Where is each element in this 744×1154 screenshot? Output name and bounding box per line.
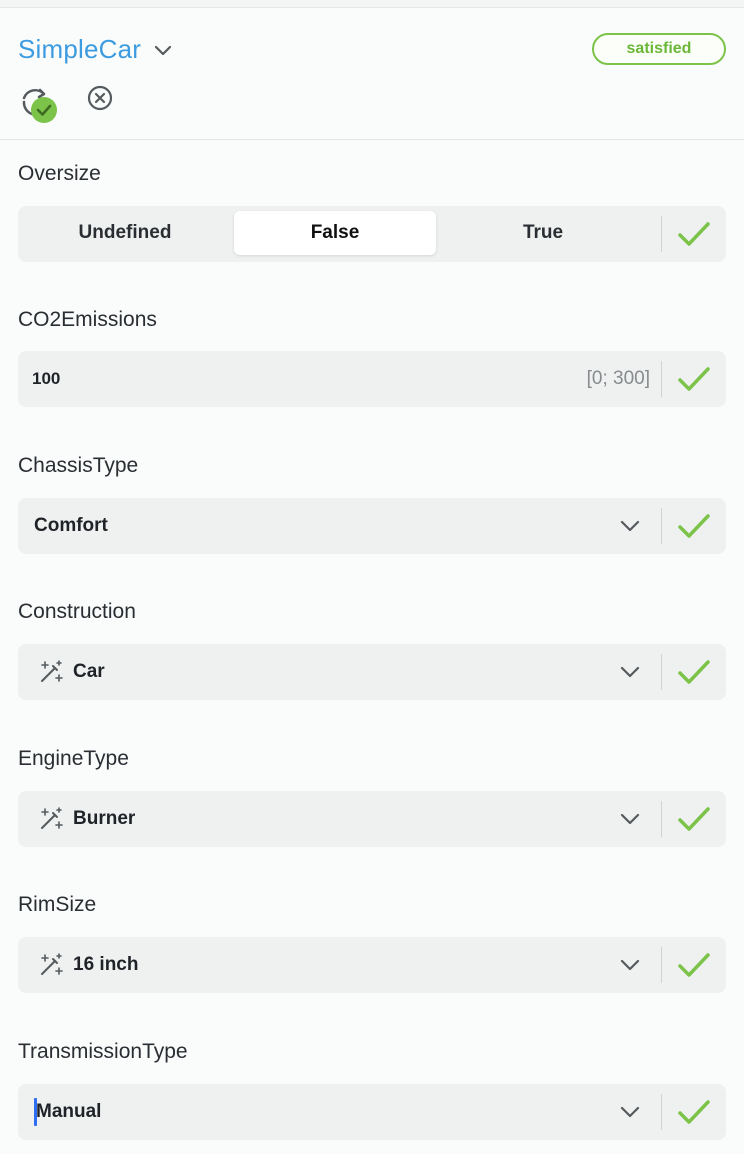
- transmission-value: Manual: [36, 1101, 102, 1122]
- divider: [661, 654, 662, 690]
- transmission-section: TransmissionType Manual: [18, 1038, 726, 1140]
- oversize-option-undefined[interactable]: Undefined: [24, 211, 226, 255]
- chevron-down-icon[interactable]: [618, 809, 642, 829]
- oversize-option-true[interactable]: True: [442, 211, 644, 255]
- co2-input[interactable]: 100 [0; 300]: [18, 351, 726, 407]
- rim-value: 16 inch: [73, 954, 139, 975]
- check-icon: [678, 222, 710, 246]
- chassis-label: ChassisType: [18, 454, 139, 477]
- chevron-down-icon[interactable]: [618, 955, 642, 975]
- construction-value: Car: [73, 661, 105, 682]
- chassis-select[interactable]: Comfort: [18, 498, 726, 554]
- check-icon: [678, 953, 710, 977]
- engine-section: EngineType Burner: [18, 745, 726, 847]
- top-strip: [0, 0, 744, 8]
- rim-label: RimSize: [18, 893, 97, 916]
- construction-select[interactable]: Car: [18, 644, 726, 700]
- configurator-header: SimpleCar satisfied: [0, 8, 744, 140]
- check-icon: [678, 807, 710, 831]
- oversize-section: Oversize Undefined False True: [18, 160, 726, 262]
- check-icon: [678, 367, 710, 391]
- divider: [661, 216, 662, 252]
- divider: [661, 947, 662, 983]
- check-icon: [678, 514, 710, 538]
- chassis-section: ChassisType Comfort: [18, 452, 726, 554]
- engine-select[interactable]: Burner: [18, 791, 726, 847]
- check-icon: [678, 660, 710, 684]
- co2-section: CO2Emissions 100 [0; 300]: [18, 306, 726, 407]
- chevron-down-icon[interactable]: [618, 662, 642, 682]
- transmission-label: TransmissionType: [18, 1040, 188, 1063]
- chevron-down-icon[interactable]: [618, 1102, 642, 1122]
- construction-label: Construction: [18, 600, 136, 623]
- rim-select[interactable]: 16 inch: [18, 937, 726, 993]
- engine-label: EngineType: [18, 747, 129, 770]
- title-row[interactable]: SimpleCar: [18, 34, 173, 65]
- divider: [661, 1094, 662, 1130]
- chevron-down-icon[interactable]: [153, 40, 173, 60]
- divider: [661, 508, 662, 544]
- check-icon: [678, 1100, 710, 1124]
- divider: [661, 361, 662, 397]
- refresh-check-icon[interactable]: [18, 84, 60, 126]
- rim-section: RimSize 16 inch: [18, 891, 726, 993]
- co2-label: CO2Emissions: [18, 308, 157, 331]
- engine-value: Burner: [73, 808, 136, 829]
- chevron-down-icon[interactable]: [618, 516, 642, 536]
- chassis-value: Comfort: [34, 515, 108, 536]
- page-title[interactable]: SimpleCar: [18, 34, 141, 65]
- oversize-segmented-control: Undefined False True: [18, 206, 726, 262]
- oversize-option-false[interactable]: False: [234, 211, 436, 255]
- status-badge: satisfied: [592, 33, 726, 65]
- oversize-label: Oversize: [18, 162, 101, 185]
- co2-range: [0; 300]: [586, 368, 650, 389]
- divider: [661, 801, 662, 837]
- co2-value[interactable]: 100: [32, 351, 60, 407]
- magic-wand-icon: [41, 953, 63, 975]
- magic-wand-icon: [41, 807, 63, 829]
- magic-wand-icon: [41, 660, 63, 682]
- construction-section: Construction Car: [18, 598, 726, 700]
- close-circle-icon[interactable]: [86, 84, 114, 112]
- transmission-select[interactable]: Manual: [18, 1084, 726, 1140]
